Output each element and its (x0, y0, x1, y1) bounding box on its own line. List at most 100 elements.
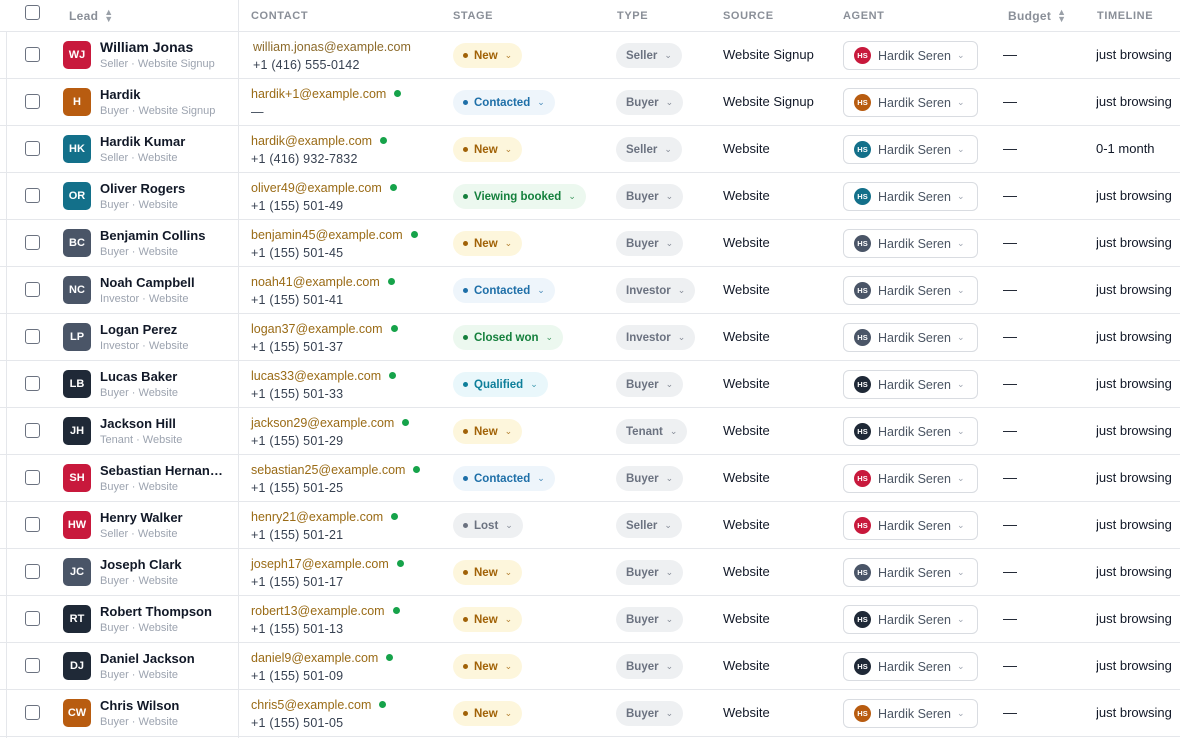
select-all-checkbox[interactable] (25, 5, 40, 20)
stage-dropdown[interactable]: Viewing booked ⌄ (453, 184, 586, 209)
lead-name[interactable]: Hardik Kumar (100, 134, 228, 149)
row-checkbox[interactable] (25, 705, 40, 720)
table-row[interactable]: HK Hardik Kumar Seller · Website hardik@exa… (0, 126, 1180, 173)
agent-dropdown[interactable]: HS Hardik Seren ⌄ (843, 41, 978, 70)
type-dropdown[interactable]: Buyer ⌄ (616, 607, 684, 632)
lead-email[interactable]: henry21@example.com (251, 510, 399, 524)
type-dropdown[interactable]: Buyer ⌄ (616, 372, 684, 397)
lead-name[interactable]: Sebastian Hernandez (100, 463, 228, 478)
lead-email[interactable]: benjamin45@example.com (251, 228, 418, 242)
lead-name[interactable]: Hardik (100, 87, 228, 102)
lead-email[interactable]: noah41@example.com (251, 275, 395, 289)
type-dropdown[interactable]: Seller ⌄ (616, 137, 682, 162)
table-row[interactable]: LB Lucas Baker Buyer · Website lucas33@exam… (0, 361, 1180, 408)
agent-dropdown[interactable]: HS Hardik Seren ⌄ (843, 558, 978, 587)
table-row[interactable]: H Hardik Buyer · Website Signup hardik+1@ex… (0, 79, 1180, 126)
type-dropdown[interactable]: Buyer ⌄ (616, 466, 684, 491)
lead-name[interactable]: Jackson Hill (100, 416, 228, 431)
agent-dropdown[interactable]: HS Hardik Seren ⌄ (843, 276, 978, 305)
table-row[interactable]: JC Joseph Clark Buyer · Website joseph17@ex… (0, 549, 1180, 596)
table-row[interactable]: NC Noah Campbell Investor · Website noah41@… (0, 267, 1180, 314)
stage-dropdown[interactable]: New ⌄ (453, 419, 523, 444)
lead-email[interactable]: sebastian25@example.com (251, 463, 421, 477)
agent-dropdown[interactable]: HS Hardik Seren ⌄ (843, 417, 978, 446)
type-dropdown[interactable]: Buyer ⌄ (616, 90, 684, 115)
stage-dropdown[interactable]: New ⌄ (453, 701, 523, 726)
row-checkbox[interactable] (25, 423, 40, 438)
lead-email[interactable]: jackson29@example.com (251, 416, 410, 430)
agent-dropdown[interactable]: HS Hardik Seren ⌄ (843, 182, 978, 211)
type-dropdown[interactable]: Tenant ⌄ (616, 419, 688, 444)
stage-dropdown[interactable]: New ⌄ (453, 560, 523, 585)
agent-dropdown[interactable]: HS Hardik Seren ⌄ (843, 464, 978, 493)
lead-name[interactable]: Chris Wilson (100, 698, 228, 713)
lead-email[interactable]: chris5@example.com (251, 698, 387, 712)
stage-dropdown[interactable]: Contacted ⌄ (453, 90, 555, 115)
agent-dropdown[interactable]: HS Hardik Seren ⌄ (843, 370, 978, 399)
type-dropdown[interactable]: Investor ⌄ (616, 278, 696, 303)
lead-name[interactable]: Joseph Clark (100, 557, 228, 572)
column-header-budget[interactable]: Budget ▲ ▼ (1008, 0, 1066, 32)
row-checkbox[interactable] (25, 658, 40, 673)
row-checkbox[interactable] (25, 376, 40, 391)
stage-dropdown[interactable]: New ⌄ (453, 654, 523, 679)
lead-email[interactable]: oliver49@example.com (251, 181, 397, 195)
lead-name[interactable]: Noah Campbell (100, 275, 228, 290)
column-header-lead[interactable]: Lead ▲ ▼ (69, 0, 113, 32)
type-dropdown[interactable]: Investor ⌄ (616, 325, 696, 350)
type-dropdown[interactable]: Buyer ⌄ (616, 231, 684, 256)
table-row[interactable]: LP Logan Perez Investor · Website logan37@e… (0, 314, 1180, 361)
type-dropdown[interactable]: Seller ⌄ (616, 513, 682, 538)
row-checkbox[interactable] (25, 470, 40, 485)
lead-email[interactable]: logan37@example.com (251, 322, 398, 336)
lead-name[interactable]: Henry Walker (100, 510, 228, 525)
lead-email[interactable]: robert13@example.com (251, 604, 400, 618)
row-checkbox[interactable] (25, 517, 40, 532)
table-row[interactable]: OR Oliver Rogers Buyer · Website oliver49@e… (0, 173, 1180, 220)
row-checkbox[interactable] (25, 141, 40, 156)
table-row[interactable]: SH Sebastian Hernandez Buyer · Website seba… (0, 455, 1180, 502)
lead-name[interactable]: Robert Thompson (100, 604, 228, 619)
stage-dropdown[interactable]: New ⌄ (453, 137, 523, 162)
table-row[interactable]: RT Robert Thompson Buyer · Website robert13… (0, 596, 1180, 643)
lead-name[interactable]: Lucas Baker (100, 369, 228, 384)
row-checkbox[interactable] (25, 47, 40, 62)
lead-email[interactable]: hardik+1@example.com (251, 87, 402, 101)
lead-email[interactable]: william.jonas@example.com (253, 40, 411, 54)
agent-dropdown[interactable]: HS Hardik Seren ⌄ (843, 699, 978, 728)
type-dropdown[interactable]: Seller ⌄ (616, 43, 682, 68)
lead-email[interactable]: hardik@example.com (251, 134, 388, 148)
type-dropdown[interactable]: Buyer ⌄ (616, 654, 684, 679)
type-dropdown[interactable]: Buyer ⌄ (616, 701, 684, 726)
lead-name[interactable]: Oliver Rogers (100, 181, 228, 196)
lead-name[interactable]: Daniel Jackson (100, 651, 228, 666)
table-row[interactable]: DJ Daniel Jackson Buyer · Website daniel9@e… (0, 643, 1180, 690)
stage-dropdown[interactable]: Qualified ⌄ (453, 372, 548, 397)
table-row[interactable]: JH Jackson Hill Tenant · Website jackson29@… (0, 408, 1180, 455)
table-row[interactable]: WJ William Jonas Seller · Website Signup wi… (0, 32, 1180, 79)
stage-dropdown[interactable]: New ⌄ (453, 607, 523, 632)
stage-dropdown[interactable]: Closed won ⌄ (453, 325, 564, 350)
lead-name[interactable]: Benjamin Collins (100, 228, 228, 243)
agent-dropdown[interactable]: HS Hardik Seren ⌄ (843, 605, 978, 634)
type-dropdown[interactable]: Buyer ⌄ (616, 560, 684, 585)
row-checkbox[interactable] (25, 611, 40, 626)
agent-dropdown[interactable]: HS Hardik Seren ⌄ (843, 323, 978, 352)
agent-dropdown[interactable]: HS Hardik Seren ⌄ (843, 229, 978, 258)
stage-dropdown[interactable]: New ⌄ (453, 43, 523, 68)
stage-dropdown[interactable]: New ⌄ (453, 231, 523, 256)
row-checkbox[interactable] (25, 188, 40, 203)
row-checkbox[interactable] (25, 282, 40, 297)
agent-dropdown[interactable]: HS Hardik Seren ⌄ (843, 652, 978, 681)
lead-email[interactable]: joseph17@example.com (251, 557, 404, 571)
agent-dropdown[interactable]: HS Hardik Seren ⌄ (843, 88, 978, 117)
type-dropdown[interactable]: Buyer ⌄ (616, 184, 684, 209)
table-row[interactable]: HW Henry Walker Seller · Website henry21@ex… (0, 502, 1180, 549)
agent-dropdown[interactable]: HS Hardik Seren ⌄ (843, 135, 978, 164)
stage-dropdown[interactable]: Lost ⌄ (453, 513, 523, 538)
row-checkbox[interactable] (25, 329, 40, 344)
row-checkbox[interactable] (25, 564, 40, 579)
row-checkbox[interactable] (25, 235, 40, 250)
agent-dropdown[interactable]: HS Hardik Seren ⌄ (843, 511, 978, 540)
lead-email[interactable]: lucas33@example.com (251, 369, 397, 383)
